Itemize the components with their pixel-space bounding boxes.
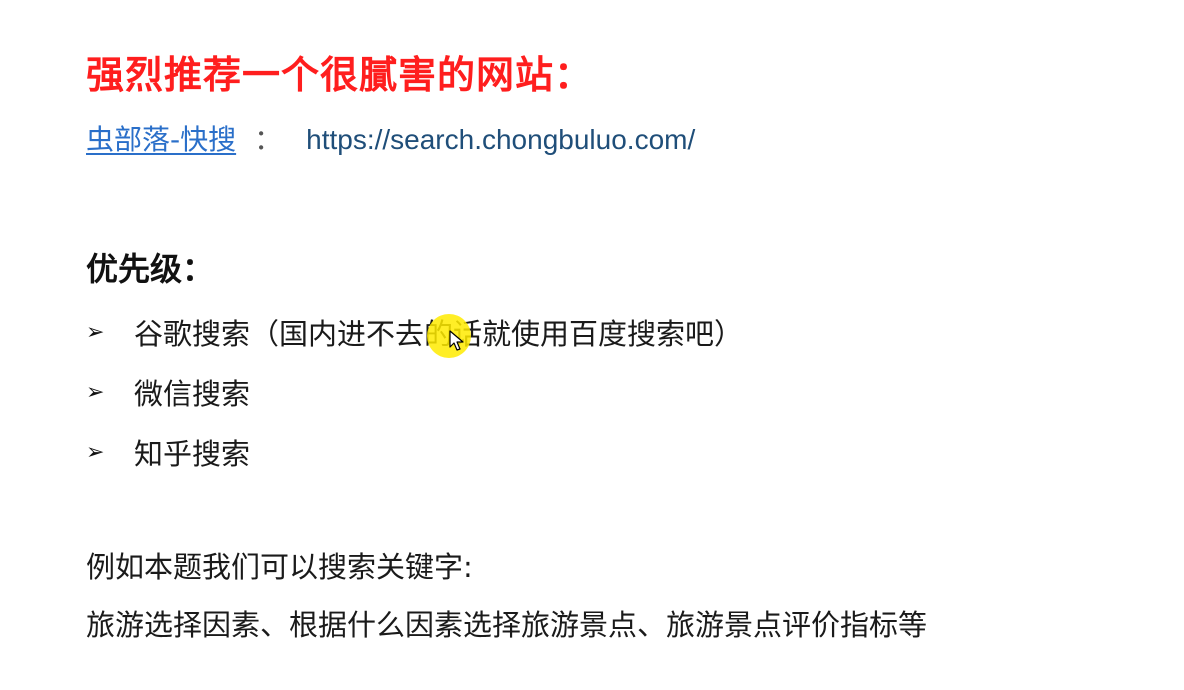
list-item-text: 知乎搜索	[134, 437, 251, 471]
slide-title: 强烈推荐一个很膩害的网站：	[86, 53, 594, 97]
arrow-bullet-icon: ➢	[86, 379, 105, 405]
site-url[interactable]: https://search.chongbuluo.com/	[306, 124, 695, 156]
list-item: ➢ 微信搜索	[86, 362, 743, 422]
list-item: ➢ 谷歌搜索（国内进不去的话就使用百度搜索吧）	[86, 302, 743, 362]
link-separator: ：	[254, 123, 283, 156]
example-keywords: 旅游选择因素、根据什么因素选择旅游景点、旅游景点评价指标等	[86, 608, 928, 642]
list-item: ➢ 知乎搜索	[86, 422, 743, 482]
list-item-text: 微信搜索	[134, 377, 251, 411]
arrow-bullet-icon: ➢	[86, 439, 105, 465]
site-name-link[interactable]: 虫部落-快搜	[86, 118, 236, 158]
example-intro: 例如本题我们可以搜索关键字:	[86, 550, 473, 584]
slide: 强烈推荐一个很膩害的网站： 虫部落-快搜 ： https://search.ch…	[0, 0, 1184, 690]
priority-list: ➢ 谷歌搜索（国内进不去的话就使用百度搜索吧） ➢ 微信搜索 ➢ 知乎搜索	[86, 302, 743, 482]
website-link-line: 虫部落-快搜 ： https://search.chongbuluo.com/	[86, 118, 695, 158]
arrow-bullet-icon: ➢	[86, 319, 105, 345]
priority-heading: 优先级：	[86, 250, 215, 288]
mouse-pointer-icon	[449, 330, 464, 351]
